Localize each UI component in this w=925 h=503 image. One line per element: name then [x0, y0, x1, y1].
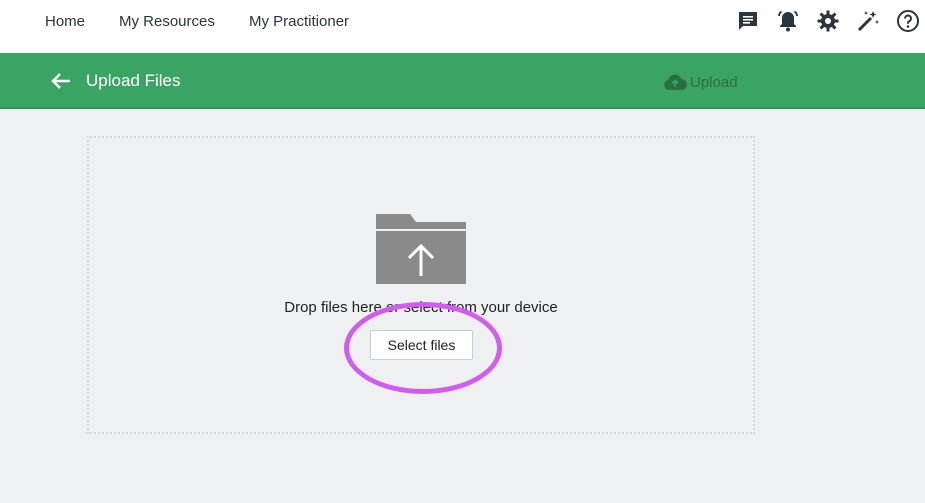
select-files-button[interactable]: Select files — [370, 330, 473, 360]
cloud-upload-icon — [662, 72, 688, 92]
upload-label: Upload — [690, 73, 738, 91]
nav-home[interactable]: Home — [45, 13, 85, 30]
magic-wand-icon[interactable] — [856, 9, 880, 33]
nav-my-resources[interactable]: My Resources — [119, 13, 215, 30]
bell-icon[interactable] — [776, 9, 800, 33]
upload-button[interactable]: Upload — [662, 71, 738, 93]
top-navigation: Home My Resources My Practitioner — [0, 0, 925, 53]
nav-my-practitioner[interactable]: My Practitioner — [249, 13, 349, 30]
page-title: Upload Files — [86, 71, 181, 90]
back-arrow-icon[interactable] — [50, 70, 72, 92]
page-header: Upload Files Upload — [0, 53, 925, 109]
gear-icon[interactable] — [816, 9, 840, 33]
dropzone-instructions: Drop files here or select from your devi… — [284, 299, 558, 316]
chat-icon[interactable] — [736, 9, 760, 33]
folder-upload-icon — [374, 210, 468, 286]
help-icon[interactable] — [896, 9, 920, 33]
